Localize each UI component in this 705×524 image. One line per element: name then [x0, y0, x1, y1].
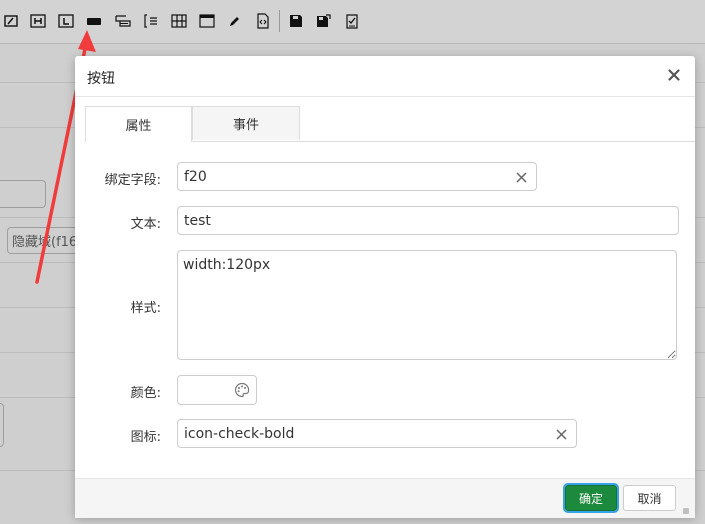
tab-events[interactable]: 事件 [192, 106, 300, 140]
background-block [0, 403, 4, 447]
checklist-icon[interactable] [344, 13, 360, 29]
text-label: 文本: [130, 217, 161, 232]
heading-icon[interactable] [30, 13, 46, 29]
text-input[interactable] [177, 206, 679, 235]
bind-field-input[interactable] [177, 162, 537, 191]
tab-label: 属性 [125, 119, 152, 134]
dialog-title: 按钮 [87, 71, 115, 87]
table-form-icon[interactable] [115, 13, 131, 29]
background-hidden-field-label: 隐藏域(f16 [12, 235, 78, 250]
close-icon [668, 69, 680, 81]
toolbar-separator [279, 10, 280, 32]
palette-icon[interactable] [234, 382, 250, 398]
tab-properties[interactable]: 属性 [85, 106, 192, 142]
background-input [0, 180, 46, 208]
clear-bind-field-button[interactable] [514, 170, 528, 184]
button-icon[interactable] [86, 13, 102, 29]
save-icon[interactable] [288, 13, 304, 29]
color-label: 颜色: [130, 386, 161, 401]
textbox-icon[interactable] [3, 13, 19, 29]
tab-label: 事件 [232, 118, 259, 133]
dialog-header: 按钮 [75, 56, 695, 97]
close-button[interactable] [663, 64, 685, 86]
label-icon[interactable] [58, 13, 74, 29]
clear-icon [515, 171, 527, 183]
clear-icon [555, 428, 567, 440]
pencil-icon[interactable] [227, 13, 243, 29]
clear-icon-field-button[interactable] [554, 427, 568, 441]
dialog-footer: 确定 取消 [75, 478, 695, 518]
code-file-icon[interactable] [255, 13, 271, 29]
editor-toolbar [0, 0, 705, 44]
button-properties-dialog: 按钮 属性 事件 绑定字段: 文本: 样式: 颜色: 图标: 确定 取消 [75, 56, 695, 518]
window-icon[interactable] [199, 13, 215, 29]
cancel-button[interactable]: 取消 [623, 485, 676, 511]
dialog-tabs: 属性 事件 [85, 106, 695, 142]
resize-handle[interactable] [683, 508, 689, 514]
confirm-button[interactable]: 确定 [563, 483, 619, 513]
icon-input[interactable] [177, 419, 577, 448]
style-label: 样式: [130, 301, 161, 316]
style-textarea[interactable] [177, 250, 677, 360]
grid-icon[interactable] [171, 13, 187, 29]
icon-label: 图标: [130, 430, 161, 445]
bracket-list-icon[interactable] [143, 13, 159, 29]
bind-field-label: 绑定字段: [104, 173, 161, 188]
save-as-icon[interactable] [316, 13, 332, 29]
